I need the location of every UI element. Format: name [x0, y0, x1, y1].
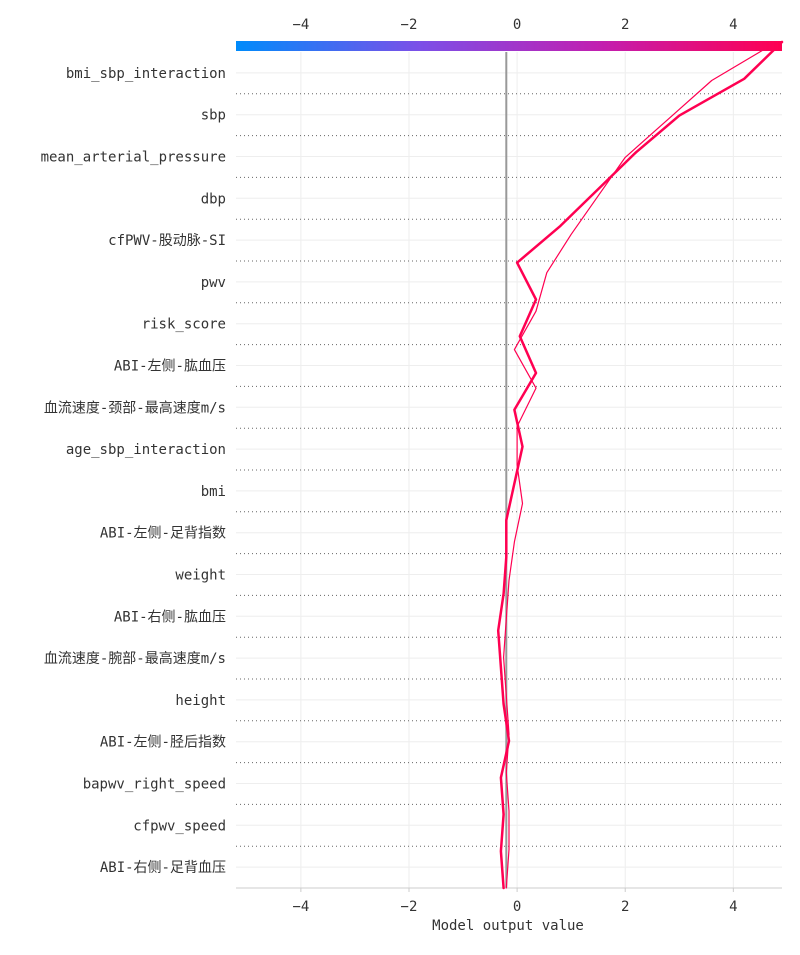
feature-label: bmi_sbp_interaction — [66, 66, 226, 82]
colorbar-tick-label: 0 — [513, 17, 521, 33]
feature-label: height — [175, 693, 226, 709]
x-tick-label: 0 — [513, 899, 521, 915]
x-tick-label: 4 — [729, 899, 737, 915]
grid-layer — [236, 52, 782, 888]
feature-label: mean_arterial_pressure — [41, 150, 226, 166]
feature-label: cfpwv_speed — [133, 818, 226, 834]
decision-line — [503, 41, 778, 889]
feature-label: cfPWV-股动脉-SI — [108, 233, 226, 249]
feature-label: risk_score — [142, 317, 226, 333]
chart-canvas: −4 −2 0 2 4 bmi_sbp_interactionsbp mean_arter… — [41, 17, 784, 934]
x-tick-label: −4 — [292, 899, 309, 915]
colorbar-layer: −4 −2 0 2 4 — [236, 17, 782, 51]
feature-label: ABI-右侧-足背血压 — [100, 860, 226, 876]
colorbar-tick-label: −2 — [401, 17, 418, 33]
feature-label: 血流速度-颈部-最高速度m/s — [44, 399, 226, 416]
colorbar — [236, 41, 782, 51]
feature-label-layer: bmi_sbp_interactionsbp mean_arterial_pres… — [41, 66, 226, 876]
feature-label: ABI-右侧-肱血压 — [114, 609, 226, 625]
x-tick-label: −2 — [401, 899, 418, 915]
feature-label: age_sbp_interaction — [66, 442, 226, 458]
colorbar-tick-label: −4 — [292, 17, 309, 33]
x-tick-label: 2 — [621, 899, 629, 915]
axis-layer: −4 −2 0 2 4 — [236, 52, 782, 915]
feature-label: ABI-左侧-肱血压 — [114, 359, 226, 375]
feature-label: ABI-左侧-胫后指数 — [100, 735, 226, 751]
shap-decision-chart: −4 −2 0 2 4 bmi_sbp_interactionsbp mean_arter… — [0, 0, 800, 950]
feature-label: ABI-左侧-足背指数 — [100, 526, 226, 542]
feature-label: bapwv_right_speed — [83, 777, 226, 793]
feature-label: weight — [175, 568, 226, 584]
feature-label: sbp — [201, 108, 226, 124]
decision-line-layer — [496, 40, 784, 890]
x-axis-title: Model output value — [432, 918, 584, 934]
colorbar-tick-label: 2 — [621, 17, 629, 33]
feature-label: bmi — [201, 484, 226, 500]
colorbar-tick-label: 4 — [729, 17, 737, 33]
feature-label: 血流速度-腕部-最高速度m/s — [44, 650, 226, 667]
decision-line — [496, 40, 784, 890]
feature-label: dbp — [201, 191, 226, 207]
feature-label: pwv — [201, 275, 226, 291]
